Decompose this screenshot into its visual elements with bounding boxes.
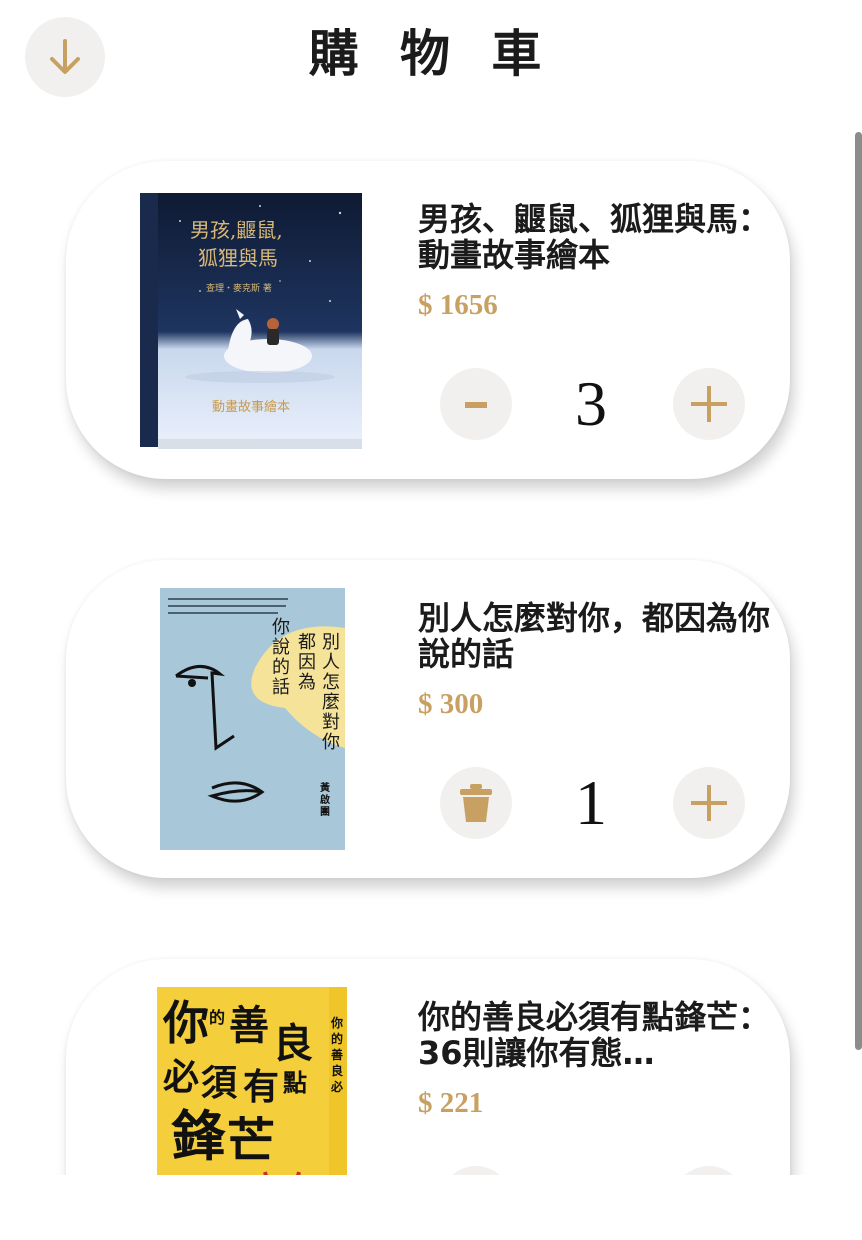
book-cover-1[interactable]: 男孩,鼴鼠, 狐狸與馬 查理・麥克斯 著 動畫故事繪本	[140, 191, 362, 451]
plus-icon	[691, 785, 727, 821]
svg-text:狐狸與馬: 狐狸與馬	[198, 246, 278, 270]
svg-text:鋒: 鋒	[171, 1105, 226, 1168]
svg-text:說: 說	[272, 637, 290, 658]
book-title[interactable]: 男孩、鼴鼠、狐狸與馬：動畫故事繪本	[418, 201, 778, 273]
book-cover-2[interactable]: 別人怎 麼對你 都因為 你說的話 黃啟團	[160, 588, 345, 850]
svg-text:必: 必	[330, 1079, 343, 1094]
increment-button[interactable]	[673, 767, 745, 839]
svg-text:啟: 啟	[320, 793, 331, 806]
book-price: $ 1656	[418, 289, 498, 321]
increment-button[interactable]	[673, 1166, 745, 1175]
cart-item: 男孩,鼴鼠, 狐狸與馬 查理・麥克斯 著 動畫故事繪本 男孩、鼴鼠、狐狸與馬：動…	[66, 161, 790, 479]
svg-text:的: 的	[209, 1008, 225, 1027]
svg-text:良: 良	[273, 1021, 313, 1067]
quantity-value: 1	[575, 767, 607, 838]
svg-text:查理・麥克斯 著: 查理・麥克斯 著	[206, 282, 272, 294]
book-cover-image: 男孩,鼴鼠, 狐狸與馬 查理・麥克斯 著 動畫故事繪本	[140, 191, 362, 451]
minus-icon	[465, 402, 487, 408]
svg-text:男孩,鼴鼠,: 男孩,鼴鼠,	[190, 218, 283, 242]
svg-text:良: 良	[331, 1063, 343, 1078]
page-title: 購 物 車	[308, 25, 554, 83]
decrement-button[interactable]: -	[440, 368, 512, 440]
svg-text:都: 都	[298, 632, 316, 653]
scrollbar[interactable]	[852, 126, 862, 1051]
book-cover-image: 別人怎 麼對你 都因為 你說的話 黃啟團	[160, 588, 345, 850]
svg-text:麼: 麼	[322, 692, 340, 713]
quantity-value: 3	[575, 368, 607, 439]
trash-icon	[460, 784, 492, 822]
book-title[interactable]: 別人怎麼對你，都因為你說的話	[418, 600, 778, 672]
quantity-button[interactable]	[440, 1166, 512, 1175]
svg-text:為: 為	[298, 672, 316, 693]
svg-text:的: 的	[331, 1031, 343, 1046]
book-cover-3[interactable]: 你 的 善 良 必 須 有 點 鋒 芒 你的善 良必	[157, 987, 347, 1175]
svg-text:動畫故事繪本: 動畫故事繪本	[212, 399, 290, 415]
svg-text:對: 對	[322, 712, 340, 733]
svg-text:你: 你	[330, 1015, 343, 1030]
svg-text:有: 有	[243, 1067, 279, 1108]
svg-text:善: 善	[331, 1047, 343, 1062]
svg-text:別: 別	[322, 632, 340, 653]
svg-text:團: 團	[320, 806, 330, 818]
book-title[interactable]: 你的善良必須有點鋒芒：36則讓你有態…	[418, 999, 778, 1071]
svg-text:點: 點	[283, 1069, 307, 1097]
svg-text:話: 話	[272, 677, 290, 698]
plus-icon	[691, 386, 727, 422]
svg-text:必: 必	[163, 1057, 199, 1098]
svg-text:的: 的	[272, 657, 290, 678]
svg-text:黃: 黃	[320, 781, 330, 794]
svg-text:因: 因	[298, 652, 316, 673]
svg-text:人: 人	[322, 652, 340, 673]
svg-text:芒: 芒	[227, 1113, 275, 1169]
cart-item: 你 的 善 良 必 須 有 點 鋒 芒 你的善 良必 你的善良必須有點鋒芒：36…	[66, 959, 790, 1175]
book-price: $ 221	[418, 1087, 484, 1119]
svg-text:怎: 怎	[322, 672, 340, 693]
svg-text:你: 你	[322, 732, 340, 753]
svg-text:善: 善	[229, 1003, 269, 1049]
book-price: $ 300	[418, 688, 484, 720]
svg-text:你: 你	[272, 617, 290, 638]
svg-text:你: 你	[162, 996, 209, 1050]
cart-item: 別人怎 麼對你 都因為 你說的話 黃啟團 別人怎麼對你，都因為你說的話 $ 30…	[66, 560, 790, 878]
book-cover-image: 你 的 善 良 必 須 有 點 鋒 芒 你的善 良必	[157, 987, 347, 1175]
svg-text:須: 須	[201, 1063, 238, 1104]
header: 購 物 車	[0, 0, 862, 110]
increment-button[interactable]	[673, 368, 745, 440]
delete-button[interactable]	[440, 767, 512, 839]
cart-list[interactable]: 男孩,鼴鼠, 狐狸與馬 查理・麥克斯 著 動畫故事繪本 男孩、鼴鼠、狐狸與馬：動…	[0, 110, 862, 1175]
scrollbar-thumb[interactable]	[855, 132, 862, 1050]
